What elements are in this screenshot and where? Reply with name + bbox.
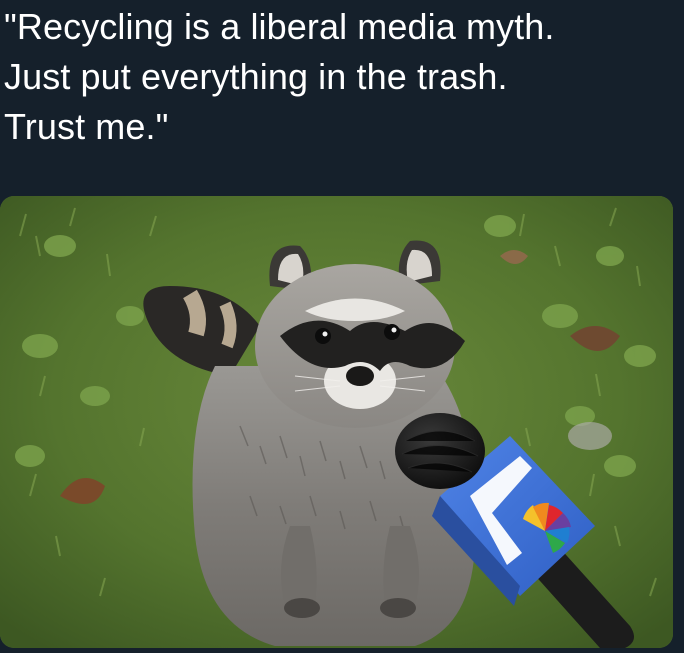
raccoon-right-arm bbox=[383, 526, 419, 606]
raccoon-photo-illustration bbox=[0, 196, 673, 648]
caption-line-3: Trust me." bbox=[4, 106, 169, 147]
caption-line-2: Just put everything in the trash. bbox=[4, 56, 508, 97]
meme-post: "Recycling is a liberal media myth. Just… bbox=[0, 0, 684, 653]
meme-photo bbox=[0, 196, 673, 648]
meme-caption: "Recycling is a liberal media myth. Just… bbox=[4, 2, 680, 152]
caption-line-1: "Recycling is a liberal media myth. bbox=[4, 6, 555, 47]
raccoon-left-arm bbox=[281, 526, 317, 606]
